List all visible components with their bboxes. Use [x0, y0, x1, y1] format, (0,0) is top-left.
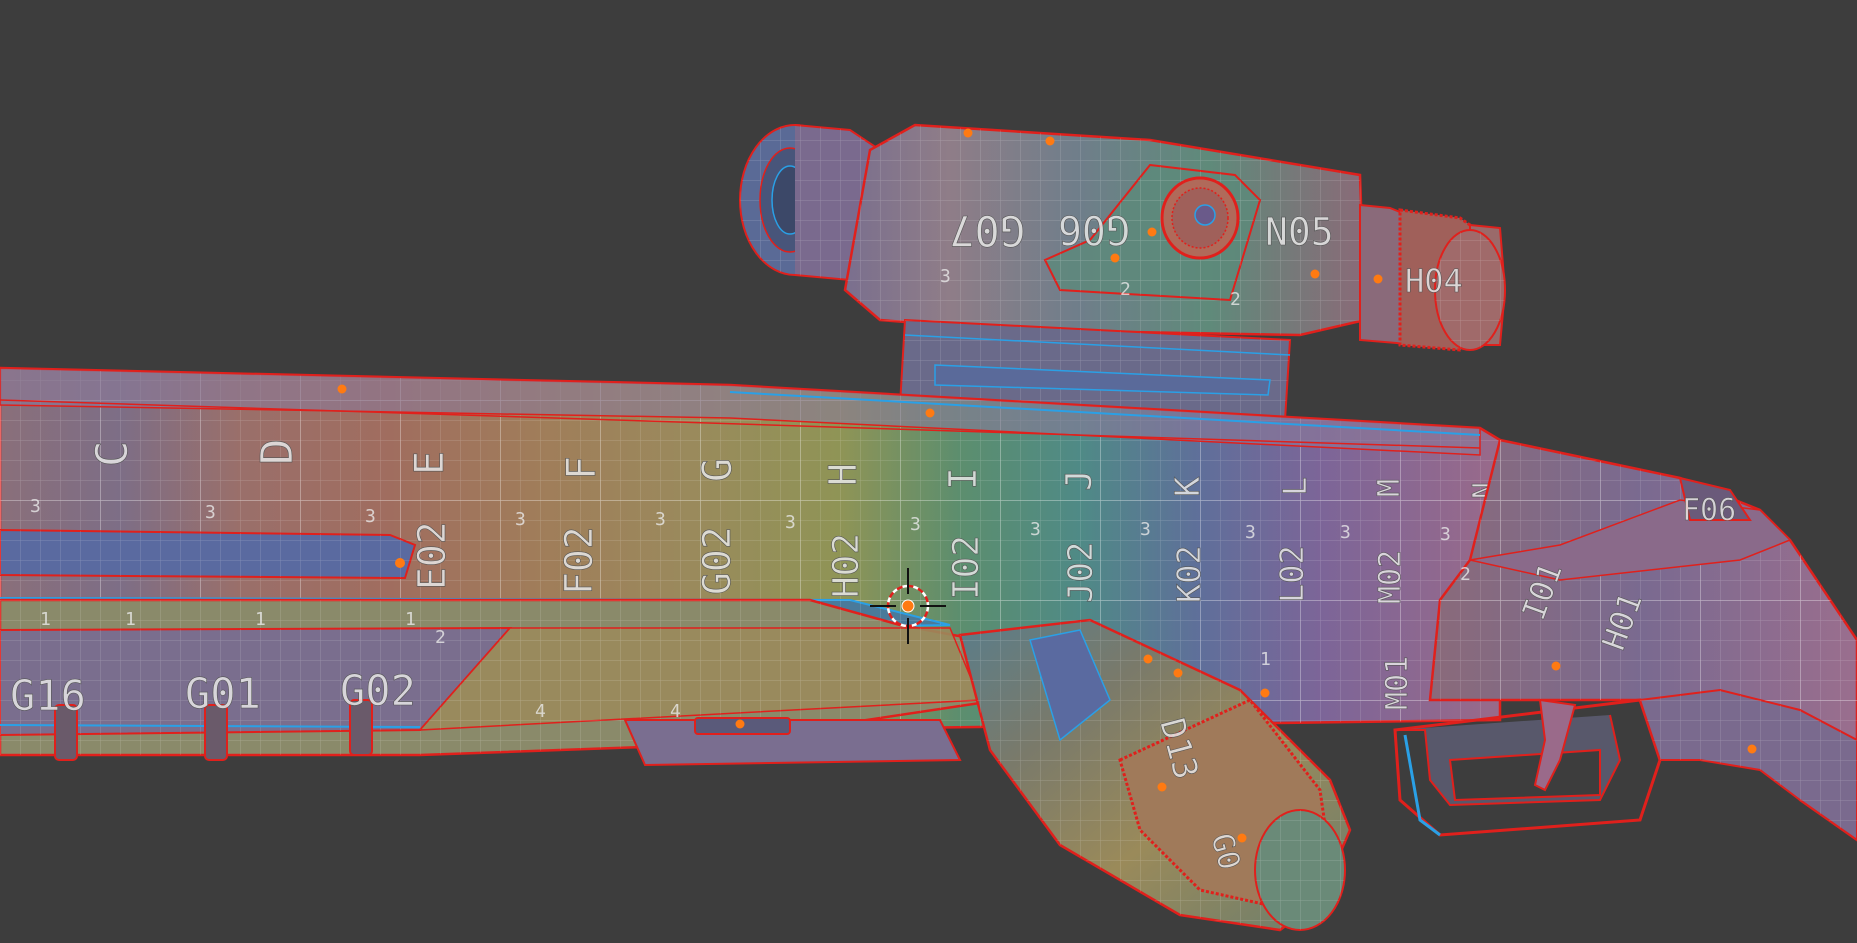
uv-small-number: 3 — [785, 512, 796, 533]
uv-label: M — [1372, 479, 1407, 497]
uv-small-number: 2 — [1120, 279, 1131, 300]
uv-label: J02 — [1061, 542, 1101, 603]
uv-small-number: 3 — [1030, 519, 1041, 540]
uv-small-number: 3 — [205, 502, 216, 523]
uv-small-number: 3 — [1440, 524, 1451, 545]
uv-label: G01 — [185, 669, 261, 718]
uv-label: F02 — [557, 526, 601, 595]
uv-small-number: 3 — [655, 509, 666, 530]
uv-label: G06 — [1058, 206, 1130, 252]
uv-label: M01 — [1380, 656, 1415, 710]
uv-small-number: 3 — [30, 496, 41, 517]
uv-label: H04 — [1405, 262, 1463, 300]
3d-viewport[interactable]: G07 G06 N05 H04 3 2 2 C D E F G H I J K … — [0, 0, 1857, 943]
uv-small-number: 2 — [435, 627, 446, 648]
uv-small-number: 4 — [670, 701, 681, 722]
uv-small-number: 3 — [1340, 522, 1351, 543]
uv-small-number: 3 — [1245, 522, 1256, 543]
uv-label: D — [252, 439, 303, 466]
uv-label: G07 — [949, 206, 1025, 255]
uv-label: H — [821, 463, 865, 486]
uv-label: I — [941, 467, 985, 490]
uv-small-number: 3 — [940, 266, 951, 287]
uv-label: K — [1168, 476, 1208, 497]
uv-small-number: 2 — [1230, 289, 1241, 310]
uv-small-number: 4 — [535, 701, 546, 722]
uv-label: G02 — [340, 666, 416, 715]
uv-small-number: 1 — [125, 609, 136, 630]
uv-label: E — [407, 451, 453, 475]
uv-small-number: 3 — [515, 509, 526, 530]
uv-label: N05 — [1265, 210, 1334, 254]
uv-label: J — [1059, 469, 1100, 491]
uv-small-number: 1 — [405, 609, 416, 630]
uv-label: K02 — [1170, 545, 1208, 603]
uv-small-number: 1 — [1260, 649, 1271, 670]
uv-label: I02 — [946, 535, 987, 600]
uv-label: L — [1276, 477, 1314, 496]
uv-small-number: 1 — [40, 609, 51, 630]
uv-small-number: 2 — [1460, 564, 1471, 585]
uv-small-number: 3 — [910, 514, 921, 535]
uv-label: F06 — [1682, 493, 1736, 528]
handguard-mesh[interactable]: G16 G01 G02 1 1 1 1 2 4 4 — [0, 598, 1002, 767]
uv-label: F — [559, 456, 605, 480]
uv-label: M02 — [1373, 550, 1408, 604]
model-viewport-canvas[interactable]: G07 G06 N05 H04 3 2 2 C D E F G H I J K … — [0, 0, 1857, 943]
uv-small-number: 3 — [365, 506, 376, 527]
uv-label: G16 — [10, 671, 86, 720]
uv-label: L02 — [1273, 545, 1311, 603]
scope-mesh[interactable]: G07 G06 N05 H04 3 2 2 — [739, 123, 1507, 423]
uv-small-number: 1 — [255, 609, 266, 630]
uv-small-number: 3 — [1140, 519, 1151, 540]
uv-label: C — [87, 441, 138, 468]
uv-label: G — [695, 458, 741, 482]
uv-label: E02 — [410, 521, 454, 590]
uv-label: G02 — [695, 526, 739, 595]
uv-label: H02 — [826, 533, 867, 598]
